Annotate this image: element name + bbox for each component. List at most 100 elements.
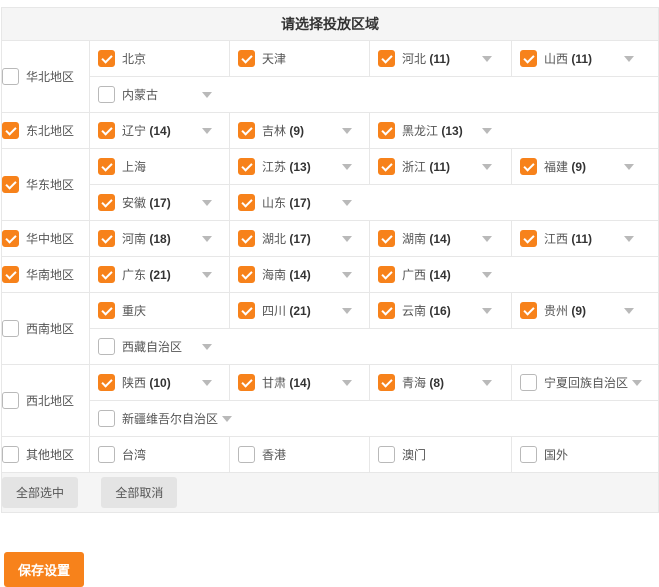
- dropdown-arrow-icon[interactable]: [202, 344, 212, 350]
- province-item: 台湾: [90, 437, 229, 472]
- dropdown-arrow-icon[interactable]: [482, 236, 492, 242]
- province-checkbox[interactable]: [520, 374, 537, 391]
- province-cell: 海南 (14): [230, 257, 370, 293]
- region-label: 华中地区: [26, 230, 74, 247]
- dropdown-arrow-icon[interactable]: [342, 128, 352, 134]
- dropdown-arrow-icon[interactable]: [342, 200, 352, 206]
- province-cell: 湖南 (14): [370, 221, 512, 257]
- province-item: 重庆: [90, 293, 229, 328]
- province-checkbox-checked[interactable]: [238, 122, 255, 139]
- province-cell: 香港: [230, 437, 370, 473]
- dropdown-arrow-icon[interactable]: [482, 380, 492, 386]
- table-row: 华北地区北京天津河北 (11)山西 (11): [2, 41, 659, 77]
- province-checkbox-checked[interactable]: [98, 266, 115, 283]
- region-checkbox-checked[interactable]: [2, 230, 19, 247]
- dropdown-arrow-icon[interactable]: [482, 308, 492, 314]
- province-checkbox[interactable]: [98, 446, 115, 463]
- province-label: 贵州 (9): [544, 302, 620, 319]
- province-label: 黑龙江 (13): [402, 122, 478, 139]
- province-checkbox[interactable]: [98, 338, 115, 355]
- province-checkbox-checked[interactable]: [378, 122, 395, 139]
- region-checkbox[interactable]: [2, 68, 19, 85]
- dropdown-arrow-icon[interactable]: [342, 380, 352, 386]
- province-cell: 青海 (8): [370, 365, 512, 401]
- dropdown-arrow-icon[interactable]: [482, 56, 492, 62]
- province-checkbox-checked[interactable]: [98, 194, 115, 211]
- region-checkbox[interactable]: [2, 446, 19, 463]
- province-label: 安徽 (17): [122, 194, 198, 211]
- province-checkbox-checked[interactable]: [98, 50, 115, 67]
- region-cell: 东北地区: [2, 113, 90, 149]
- region-checkbox-checked[interactable]: [2, 122, 19, 139]
- province-checkbox-checked[interactable]: [378, 374, 395, 391]
- region-checkbox-checked[interactable]: [2, 176, 19, 193]
- dropdown-arrow-icon[interactable]: [202, 128, 212, 134]
- dropdown-arrow-icon[interactable]: [482, 128, 492, 134]
- province-checkbox[interactable]: [98, 410, 115, 427]
- province-checkbox-checked[interactable]: [520, 302, 537, 319]
- province-label: 国外: [544, 446, 568, 463]
- province-checkbox[interactable]: [520, 446, 537, 463]
- province-checkbox-checked[interactable]: [238, 230, 255, 247]
- province-checkbox[interactable]: [98, 86, 115, 103]
- select-all-button[interactable]: 全部选中: [2, 477, 78, 508]
- region-checkbox[interactable]: [2, 320, 19, 337]
- province-checkbox-checked[interactable]: [238, 374, 255, 391]
- dropdown-arrow-icon[interactable]: [202, 92, 212, 98]
- save-settings-button[interactable]: 保存设置: [4, 552, 84, 587]
- province-checkbox-checked[interactable]: [378, 50, 395, 67]
- dropdown-arrow-icon[interactable]: [342, 164, 352, 170]
- dropdown-arrow-icon[interactable]: [342, 272, 352, 278]
- dropdown-arrow-icon[interactable]: [342, 308, 352, 314]
- province-label: 天津: [262, 50, 286, 67]
- province-checkbox-checked[interactable]: [98, 302, 115, 319]
- footer-cell: 全部选中 全部取消: [2, 473, 659, 513]
- dropdown-arrow-icon[interactable]: [342, 236, 352, 242]
- region-checkbox-checked[interactable]: [2, 266, 19, 283]
- province-checkbox-checked[interactable]: [520, 158, 537, 175]
- dropdown-arrow-icon[interactable]: [202, 272, 212, 278]
- province-checkbox-checked[interactable]: [238, 50, 255, 67]
- province-checkbox-checked[interactable]: [378, 302, 395, 319]
- province-checkbox-checked[interactable]: [520, 230, 537, 247]
- dropdown-arrow-icon[interactable]: [624, 56, 634, 62]
- province-checkbox-checked[interactable]: [238, 266, 255, 283]
- dropdown-arrow-icon[interactable]: [202, 200, 212, 206]
- province-label: 山东 (17): [262, 194, 338, 211]
- province-count: (9): [571, 304, 586, 318]
- province-checkbox-checked[interactable]: [378, 230, 395, 247]
- province-checkbox[interactable]: [378, 446, 395, 463]
- province-checkbox-checked[interactable]: [520, 50, 537, 67]
- province-cell: 宁夏回族自治区: [512, 365, 659, 401]
- dropdown-arrow-icon[interactable]: [222, 416, 232, 422]
- deselect-all-button[interactable]: 全部取消: [101, 477, 177, 508]
- province-checkbox-checked[interactable]: [378, 266, 395, 283]
- region-label: 西北地区: [26, 392, 74, 409]
- province-item: 四川 (21): [230, 293, 369, 328]
- province-checkbox-checked[interactable]: [98, 158, 115, 175]
- province-label: 宁夏回族自治区: [544, 374, 628, 391]
- province-checkbox[interactable]: [238, 446, 255, 463]
- province-checkbox-checked[interactable]: [378, 158, 395, 175]
- dropdown-arrow-icon[interactable]: [624, 308, 634, 314]
- dropdown-arrow-icon[interactable]: [632, 380, 642, 386]
- province-cell: 陕西 (10): [90, 365, 230, 401]
- dropdown-arrow-icon[interactable]: [202, 236, 212, 242]
- province-item: 上海: [90, 149, 229, 184]
- dropdown-arrow-icon[interactable]: [482, 272, 492, 278]
- province-item: 江西 (11): [512, 221, 658, 256]
- province-checkbox-checked[interactable]: [238, 158, 255, 175]
- province-cell: 福建 (9): [512, 149, 659, 185]
- dropdown-arrow-icon[interactable]: [624, 164, 634, 170]
- province-checkbox-checked[interactable]: [98, 122, 115, 139]
- dropdown-arrow-icon[interactable]: [202, 380, 212, 386]
- province-checkbox-checked[interactable]: [98, 374, 115, 391]
- region-checkbox[interactable]: [2, 392, 19, 409]
- province-checkbox-checked[interactable]: [238, 302, 255, 319]
- dropdown-arrow-icon[interactable]: [482, 164, 492, 170]
- province-checkbox-checked[interactable]: [238, 194, 255, 211]
- province-cell: 河北 (11): [370, 41, 512, 77]
- dropdown-arrow-icon[interactable]: [624, 236, 634, 242]
- province-checkbox-checked[interactable]: [98, 230, 115, 247]
- region-cell: 华东地区: [2, 149, 90, 221]
